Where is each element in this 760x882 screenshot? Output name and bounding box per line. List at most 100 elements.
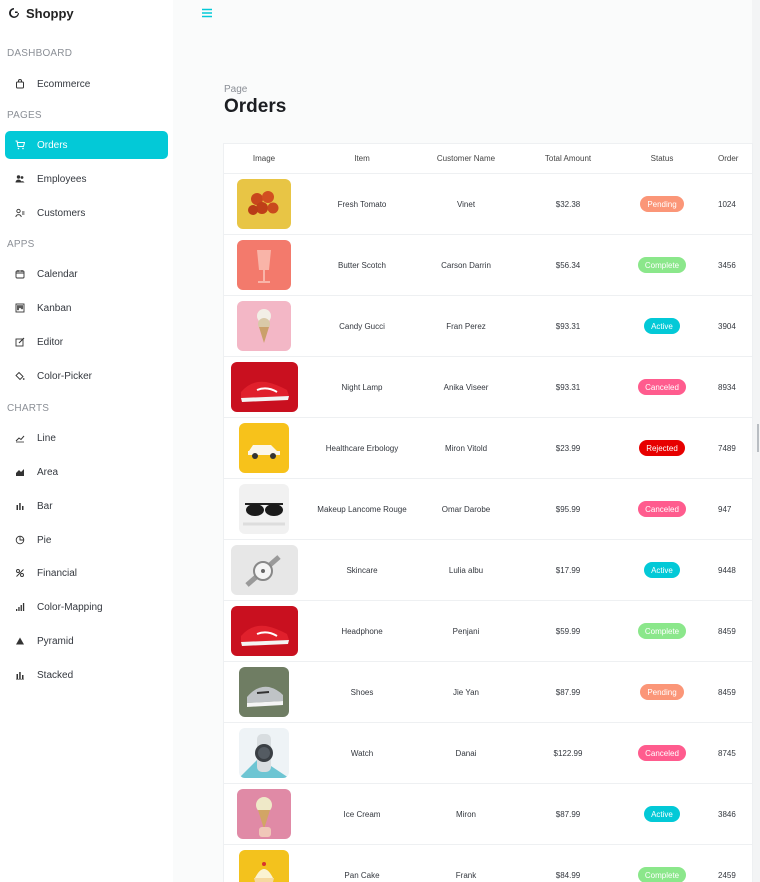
order-id-cell: 947 — [718, 504, 732, 514]
table-row[interactable]: Skincare Lulia albu $17.99 Active 9448 — [224, 540, 752, 601]
sidebar-item-pie[interactable]: Pie — [5, 526, 168, 554]
section-pages: PAGES — [7, 110, 42, 121]
column-header-item[interactable]: Item — [308, 144, 416, 173]
sidebar-item-editor[interactable]: Editor — [5, 328, 168, 356]
sidebar-item-bar[interactable]: Bar — [5, 492, 168, 520]
item-cell: Butter Scotch — [337, 260, 387, 270]
table-row[interactable]: Fresh Tomato Vinet $32.38 Pending 1024 — [224, 174, 752, 235]
product-image-cell — [224, 235, 304, 295]
customer-cell: Anika Viseer — [443, 382, 489, 392]
sidebar-item-label: Pyramid — [37, 635, 74, 647]
product-image-cell — [224, 357, 304, 417]
product-thumbnail — [237, 240, 291, 290]
product-image-cell — [224, 784, 304, 844]
column-header-amount[interactable]: Total Amount — [516, 144, 620, 173]
customer-cell: Miron Vitold — [444, 443, 488, 453]
table-row[interactable]: Headphone Penjani $59.99 Complete 8459 — [224, 601, 752, 662]
order-id-cell: 8934 — [718, 382, 736, 392]
table-row[interactable]: Pan Cake Frank $84.99 Complete 2459 — [224, 845, 752, 882]
column-header-customer[interactable]: Customer Name — [416, 144, 516, 173]
sidebar-item-label: Pie — [37, 534, 52, 546]
bar-chart-icon — [14, 500, 26, 512]
sidebar-item-ecommerce[interactable]: Ecommerce — [5, 70, 168, 98]
order-id-cell: 2459 — [718, 870, 736, 880]
amount-cell: $95.99 — [555, 504, 581, 514]
hamburger-menu-icon[interactable] — [201, 6, 213, 18]
customer-cell: Omar Darobe — [441, 504, 491, 514]
sidebar-item-kanban[interactable]: Kanban — [5, 294, 168, 322]
brand-logo[interactable]: Shoppy — [8, 4, 74, 22]
sidebar-item-label: Kanban — [37, 302, 72, 314]
status-badge: Canceled — [638, 745, 686, 761]
status-badge: Complete — [637, 257, 687, 273]
sidebar-item-employees[interactable]: Employees — [5, 165, 168, 193]
sidebar: Shoppy DASHBOARD Ecommerce PAGES Orders … — [0, 0, 173, 882]
item-cell: Headphone — [341, 626, 383, 636]
product-thumbnail — [230, 362, 298, 412]
cart-icon — [14, 139, 26, 151]
status-badge: Complete — [637, 867, 687, 882]
status-badge: Active — [644, 806, 680, 822]
status-badge: Active — [644, 318, 680, 334]
financial-icon — [14, 567, 26, 579]
sidebar-item-color-picker[interactable]: Color-Picker — [5, 362, 168, 390]
order-id-cell: 7489 — [718, 443, 736, 453]
table-row[interactable]: Butter Scotch Carson Darrin $56.34 Complete… — [224, 235, 752, 296]
table-row[interactable]: Shoes Jie Yan $87.99 Pending 8459 — [224, 662, 752, 723]
column-header-image[interactable]: Image — [224, 144, 304, 173]
section-charts: CHARTS — [7, 403, 50, 414]
order-id-cell: 9448 — [718, 565, 736, 575]
status-cell: Active — [620, 784, 704, 844]
column-header-order[interactable]: Order — [718, 144, 752, 173]
sidebar-item-calendar[interactable]: Calendar — [5, 260, 168, 288]
table-row[interactable]: Candy Gucci Fran Perez $93.31 Active 3904 — [224, 296, 752, 357]
item-cell: Ice Cream — [343, 809, 381, 819]
sidebar-item-customers[interactable]: Customers — [5, 199, 168, 227]
sidebar-item-label: Bar — [37, 500, 53, 512]
scroll-thumb[interactable] — [757, 424, 759, 452]
column-header-status[interactable]: Status — [620, 144, 704, 173]
sidebar-item-color-mapping[interactable]: Color-Mapping — [5, 593, 168, 621]
product-thumbnail — [230, 606, 298, 656]
item-cell: Night Lamp — [341, 382, 383, 392]
shopify-icon — [8, 7, 20, 19]
stacked-chart-icon — [14, 669, 26, 681]
pie-chart-icon — [14, 534, 26, 546]
product-image-cell — [224, 845, 304, 882]
customer-cell: Vinet — [456, 199, 476, 209]
table-row[interactable]: Ice Cream Miron $87.99 Active 3846 — [224, 784, 752, 845]
sidebar-item-stacked[interactable]: Stacked — [5, 661, 168, 689]
status-badge: Pending — [640, 196, 684, 212]
sidebar-item-financial[interactable]: Financial — [5, 559, 168, 587]
section-dashboard: DASHBOARD — [7, 48, 73, 59]
users-icon — [14, 173, 26, 185]
user-list-icon — [14, 207, 26, 219]
area-chart-icon — [14, 466, 26, 478]
status-badge: Pending — [640, 684, 684, 700]
page-category: Page — [224, 84, 248, 95]
item-cell: Makeup Lancome Rouge — [317, 504, 407, 514]
table-row[interactable]: Healthcare Erbology Miron Vitold $23.99 Rej… — [224, 418, 752, 479]
sidebar-item-label: Color-Mapping — [37, 601, 103, 613]
sidebar-item-area[interactable]: Area — [5, 458, 168, 486]
line-chart-icon — [14, 432, 26, 444]
order-id-cell: 8459 — [718, 626, 736, 636]
status-cell: Rejected — [620, 418, 704, 478]
brand-name: Shoppy — [26, 5, 74, 21]
customer-cell: Lulia albu — [448, 565, 484, 575]
customer-cell: Fran Perez — [446, 321, 486, 331]
table-row[interactable]: Night Lamp Anika Viseer $93.31 Canceled 8934 — [224, 357, 752, 418]
sidebar-item-orders[interactable]: Orders — [5, 131, 168, 159]
table-row[interactable]: Watch Danai $122.99 Canceled 8745 — [224, 723, 752, 784]
status-cell: Complete — [620, 601, 704, 661]
status-badge: Complete — [637, 623, 687, 639]
sidebar-item-pyramid[interactable]: Pyramid — [5, 627, 168, 655]
product-thumbnail — [239, 728, 289, 778]
sidebar-item-line[interactable]: Line — [5, 424, 168, 452]
product-image-cell — [224, 540, 304, 600]
status-badge: Canceled — [638, 501, 686, 517]
status-cell: Complete — [620, 845, 704, 882]
table-row[interactable]: Makeup Lancome Rouge Omar Darobe $95.99 Can… — [224, 479, 752, 540]
product-thumbnail — [239, 667, 289, 717]
sidebar-item-label: Customers — [37, 207, 86, 219]
